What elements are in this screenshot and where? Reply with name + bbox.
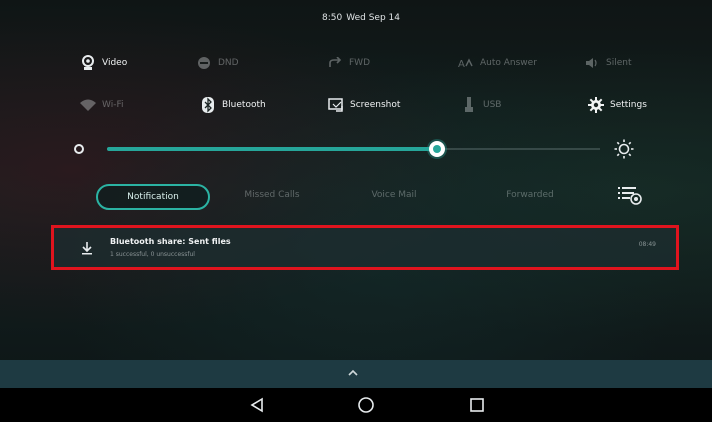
home-button[interactable] (356, 395, 376, 415)
wifi-label: Wi-Fi (102, 100, 124, 110)
bluetooth-toggle[interactable]: Bluetooth (199, 95, 266, 115)
settings-button[interactable]: Settings (587, 95, 647, 115)
screenshot-label: Screenshot (350, 100, 401, 110)
brightness-low-icon (74, 144, 84, 154)
notification-card[interactable]: Bluetooth share: Sent files 1 successful… (51, 225, 679, 270)
brightness-slider[interactable] (0, 137, 712, 161)
auto-answer-icon: A (457, 54, 475, 72)
brightness-thumb[interactable] (429, 141, 446, 157)
back-icon (250, 397, 263, 413)
tab-missed-calls[interactable]: Missed Calls (222, 184, 322, 206)
status-date: Wed Sep 14 (346, 13, 400, 23)
home-icon (358, 397, 374, 413)
clear-notifications-icon[interactable] (618, 185, 642, 205)
video-camera-icon (79, 54, 97, 72)
status-time: 8:50 (322, 13, 343, 23)
status-bar: 8:50 Wed Sep 14 (0, 0, 712, 36)
video-toggle[interactable]: Video (79, 53, 127, 73)
dnd-toggle[interactable]: DND (195, 53, 239, 73)
quick-settings-row-2: Wi-Fi Bluetooth Screenshot USB Settings (0, 95, 712, 115)
gear-icon (587, 96, 605, 114)
video-label: Video (102, 58, 128, 68)
silent-label: Silent (606, 58, 632, 68)
bluetooth-icon (199, 96, 217, 114)
dnd-icon (195, 54, 213, 72)
speaker-icon (583, 54, 601, 72)
notification-tabs: Notification Missed Calls Voice Mail For… (0, 176, 712, 212)
settings-label: Settings (610, 100, 647, 110)
recents-icon (470, 398, 484, 412)
screenshot-toggle[interactable]: Screenshot (327, 95, 400, 115)
navigation-bar (0, 388, 712, 422)
notification-subtitle: 1 successful, 0 unsuccessful (110, 251, 195, 258)
auto-answer-label: Auto Answer (480, 58, 537, 68)
forward-icon (326, 54, 344, 72)
screenshot-icon (327, 96, 345, 114)
tab-notification[interactable]: Notification (96, 184, 210, 210)
auto-answer-toggle[interactable]: A Auto Answer (457, 53, 537, 73)
bluetooth-label: Bluetooth (222, 100, 266, 110)
quick-settings-panel: 8:50 Wed Sep 14 Video DND FWD A Auto Ans… (0, 0, 712, 422)
brightness-high-icon (614, 139, 634, 159)
svg-text:A: A (458, 59, 465, 69)
notification-time: 08:49 (638, 241, 656, 248)
notification-title: Bluetooth share: Sent files (110, 237, 231, 246)
usb-toggle[interactable]: USB (460, 95, 501, 115)
usb-icon (460, 96, 478, 114)
fwd-toggle[interactable]: FWD (326, 53, 370, 73)
tab-voice-mail[interactable]: Voice Mail (344, 184, 444, 206)
quick-settings-row-1: Video DND FWD A Auto Answer Silent (0, 53, 712, 73)
back-button[interactable] (247, 395, 267, 415)
recents-button[interactable] (467, 395, 487, 415)
fwd-label: FWD (349, 58, 371, 68)
dnd-label: DND (218, 58, 239, 68)
download-icon (82, 242, 92, 255)
tab-forwarded[interactable]: Forwarded (480, 184, 580, 206)
wifi-icon (79, 96, 97, 114)
brightness-fill (107, 147, 438, 151)
collapse-handle[interactable] (0, 360, 712, 388)
chevron-up-icon (348, 369, 358, 376)
usb-label: USB (483, 100, 502, 110)
wifi-toggle[interactable]: Wi-Fi (79, 95, 123, 115)
silent-toggle[interactable]: Silent (583, 53, 631, 73)
